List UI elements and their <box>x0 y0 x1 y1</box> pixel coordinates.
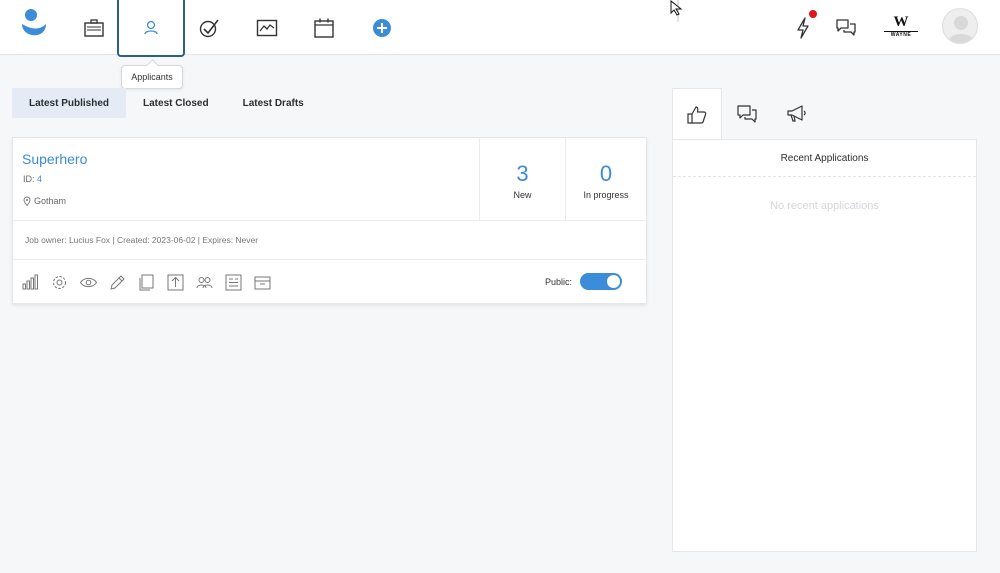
briefcase-icon <box>84 18 104 37</box>
job-location-text: Gotham <box>34 196 67 206</box>
toggle-knob <box>607 275 620 288</box>
company-logo-text: WAYNE <box>890 31 912 38</box>
empty-state-text: No recent applications <box>770 200 879 212</box>
notification-badge <box>809 10 817 18</box>
nav-tooltip: Applicants <box>121 65 183 89</box>
public-toggle[interactable] <box>580 273 622 290</box>
lightning-icon <box>797 16 809 39</box>
megaphone-icon <box>787 105 806 122</box>
company-logo[interactable]: W WAYNE <box>882 12 920 40</box>
settings-gear-icon[interactable] <box>50 273 69 292</box>
share-upload-icon[interactable] <box>166 273 185 292</box>
stat-new-label: New <box>513 190 532 200</box>
panel-title: Recent Applications <box>673 140 976 177</box>
tab-recent-applications[interactable] <box>672 88 722 140</box>
job-card: Superhero ID: 4 Gotham 3 New 0 In progre… <box>12 137 647 304</box>
preview-eye-icon[interactable] <box>79 273 98 292</box>
stat-new[interactable]: 3 New <box>479 138 565 220</box>
avatar-placeholder-icon <box>948 16 974 43</box>
tab-latest-closed[interactable]: Latest Closed <box>126 88 226 118</box>
user-avatar[interactable] <box>942 8 978 44</box>
team-users-icon[interactable] <box>195 273 214 292</box>
job-card-toolbar: Public: <box>13 259 646 303</box>
mouse-cursor-icon <box>670 0 683 16</box>
stat-new-value: 3 <box>516 161 529 186</box>
archive-icon[interactable] <box>253 273 272 292</box>
top-nav: W WAYNE <box>0 0 1000 57</box>
chart-icon <box>256 19 278 36</box>
tab-latest-published[interactable]: Latest Published <box>12 88 127 118</box>
company-logo-mark: W <box>893 13 909 30</box>
notifications-button[interactable] <box>781 0 825 55</box>
form-document-icon[interactable] <box>224 273 243 292</box>
stat-in-progress-value: 0 <box>599 161 613 186</box>
activity-tabs <box>672 88 822 140</box>
job-id-label: ID: <box>23 174 35 184</box>
public-toggle-group: Public: <box>545 273 622 290</box>
tab-announcements[interactable] <box>772 88 822 140</box>
location-pin-icon <box>23 196 31 206</box>
job-id-value: 4 <box>37 174 43 184</box>
tab-latest-drafts[interactable]: Latest Drafts <box>226 88 321 118</box>
stat-in-progress[interactable]: 0 In progress <box>565 138 646 220</box>
thumbs-up-icon <box>687 105 707 124</box>
job-location: Gotham <box>23 196 66 206</box>
plus-circle-icon <box>373 18 391 37</box>
messages-button[interactable] <box>824 0 868 55</box>
chat-icon <box>836 18 856 36</box>
duplicate-icon[interactable] <box>137 273 156 292</box>
stat-in-progress-label: In progress <box>583 190 629 200</box>
edit-pencil-icon[interactable] <box>108 273 127 292</box>
tab-messages[interactable] <box>722 88 772 140</box>
public-label: Public: <box>544 276 572 287</box>
stats-icon[interactable] <box>21 273 40 292</box>
applicants-icon <box>144 20 158 34</box>
chat-bubbles-icon <box>737 105 757 123</box>
job-id: ID: 4 <box>23 174 42 184</box>
app-logo[interactable] <box>18 8 50 44</box>
check-circle-icon <box>199 19 219 37</box>
job-list-tabs: Latest Published Latest Closed Latest Dr… <box>12 88 321 118</box>
recent-applications-panel: Recent Applications No recent applicatio… <box>672 139 977 552</box>
nav-add[interactable] <box>348 0 416 55</box>
job-title[interactable]: Superhero <box>22 151 87 167</box>
calendar-icon <box>314 18 334 38</box>
job-meta: Job owner: Lucius Fox | Created: 2023-06… <box>25 235 259 245</box>
job-card-header: Superhero ID: 4 Gotham 3 New 0 In progre… <box>13 138 646 221</box>
